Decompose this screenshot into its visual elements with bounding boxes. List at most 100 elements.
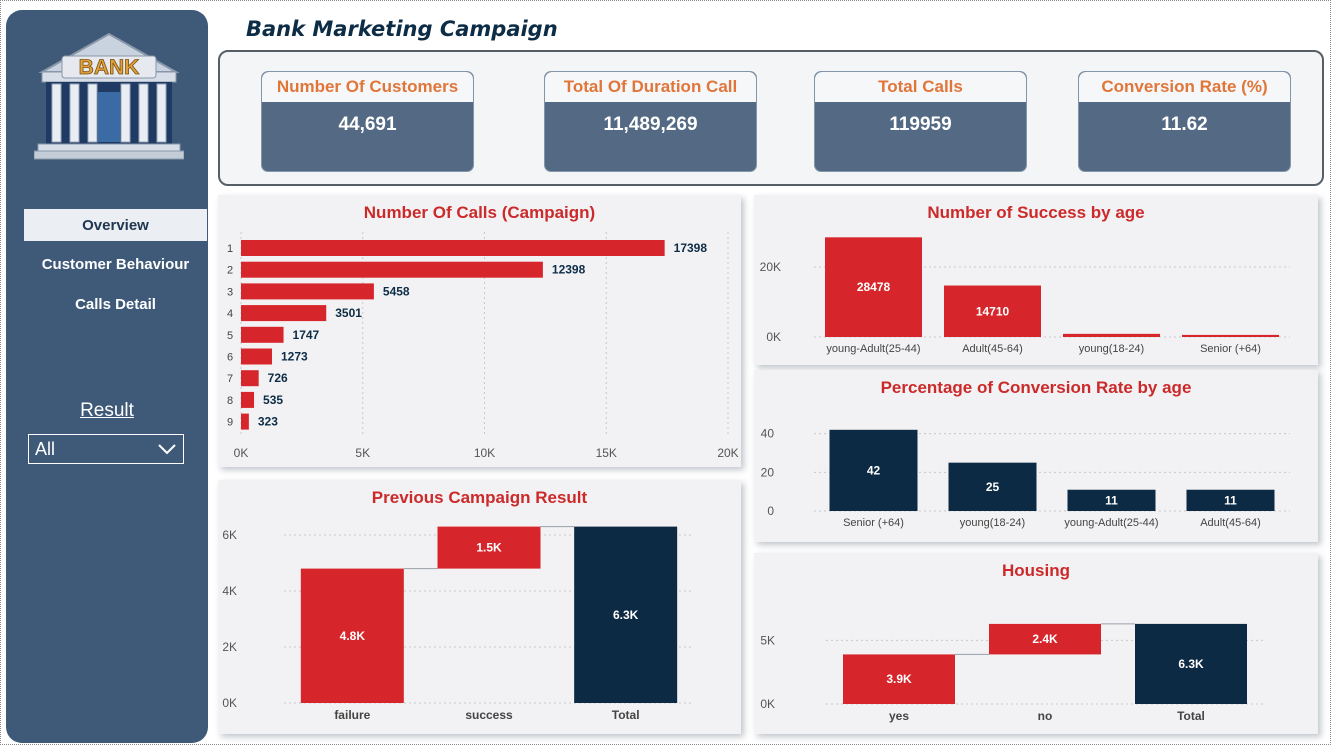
data-label: 5458 [383, 284, 410, 298]
kpi-label: Conversion Rate (%) [1079, 72, 1290, 102]
y-tick-label: 0K [760, 697, 775, 711]
data-label: 2.4K [1032, 632, 1058, 646]
bar [241, 240, 665, 256]
x-tick-label: Senior (+64) [843, 517, 904, 529]
kpi-panel: Number Of Customers 44,691 Total Of Dura… [218, 50, 1324, 186]
kpi-value: 11,489,269 [603, 114, 698, 135]
data-label: 12398 [552, 263, 586, 277]
success-age-panel: Number of Success by age 0K 20K young-Adul… [754, 195, 1318, 365]
bar [1182, 334, 1279, 337]
result-filter-dropdown[interactable]: All [28, 434, 184, 464]
x-tick-label: Total [1177, 709, 1205, 723]
conversion-age-panel: Percentage of Conversion Rate by age 0 20… [754, 370, 1318, 542]
bar [241, 413, 249, 430]
kpi-label: Total Of Duration Call [545, 72, 756, 102]
bank-logo: BANK [34, 32, 184, 160]
y-tick-label: 0 [767, 504, 774, 518]
housing-panel: Housing 0K 5K 3.9K yes 2.4K no 6.3K Total [754, 553, 1318, 734]
y-tick-label: 6 [227, 352, 233, 364]
x-tick-label: 5K [355, 446, 370, 460]
data-label: 3501 [335, 306, 362, 320]
data-label: 11 [1105, 493, 1118, 507]
kpi-label: Total Calls [815, 72, 1026, 102]
data-label: 28478 [857, 280, 891, 294]
y-tick-label: 2K [222, 640, 237, 654]
data-label: 11 [1224, 493, 1237, 507]
nav-calls-detail[interactable]: Calls Detail [24, 288, 207, 320]
data-label: 1.5K [476, 541, 502, 555]
x-tick-label: 20K [717, 446, 738, 460]
kpi-value: 44,691 [338, 114, 397, 135]
y-tick-label: 1 [227, 243, 233, 255]
data-label: 17398 [674, 241, 708, 255]
x-tick-label: failure [334, 708, 370, 722]
x-tick-label: 15K [596, 446, 617, 460]
result-filter-label: Result [80, 400, 134, 421]
bar [241, 370, 259, 387]
y-tick-label: 3 [227, 286, 233, 298]
kpi-card-calls: Total Calls 119959 [814, 71, 1027, 172]
previous-campaign-chart: 0K 2K 4K 6K 4.8K failure 1.5K success 6.3K Total [222, 526, 694, 722]
sidebar: BANK Overview Customer Behaviour Calls D… [6, 10, 208, 743]
x-tick-label: young-Adult(25-44) [826, 343, 920, 355]
bar [241, 348, 272, 365]
bar [1063, 333, 1160, 337]
data-label: 4.8K [340, 629, 366, 643]
kpi-label: Number Of Customers [262, 72, 473, 102]
x-tick-label: young-Adult(25-44) [1064, 517, 1158, 529]
y-tick-label: 0K [766, 330, 781, 344]
data-label: 1273 [281, 350, 308, 364]
kpi-card-duration: Total Of Duration Call 11,489,269 [544, 71, 757, 172]
y-tick-label: 4K [222, 584, 237, 598]
y-tick-label: 0K [222, 696, 237, 710]
x-tick-label: 0K [234, 446, 249, 460]
nav-customer-behaviour[interactable]: Customer Behaviour [24, 248, 207, 280]
y-tick-label: 5K [760, 633, 775, 647]
calls-campaign-panel: Number Of Calls (Campaign) 0K 5K 10K 15K 20K… [218, 195, 741, 467]
calls-campaign-chart: 0K 5K 10K 15K 20K 1 17398 2 12398 3 5458 4 3501 5 1747… [227, 232, 739, 460]
success-age-chart: 0K 20K young-Adult(25-44) 28478 Adult(45-64)… [760, 237, 1290, 355]
data-label: 25 [986, 480, 1000, 494]
y-tick-label: 40 [761, 427, 775, 441]
x-tick-label: Adult(45-64) [962, 343, 1023, 355]
data-label: 1747 [293, 328, 320, 342]
x-tick-label: Senior (+64) [1200, 343, 1261, 355]
y-tick-label: 5 [227, 330, 233, 342]
y-tick-label: 9 [227, 417, 233, 429]
data-label: 323 [258, 415, 278, 429]
kpi-card-customers: Number Of Customers 44,691 [261, 71, 474, 172]
bar [241, 305, 327, 322]
x-tick-label: Adult(45-64) [1200, 517, 1261, 529]
data-label: 3.9K [886, 672, 912, 686]
kpi-card-conversion: Conversion Rate (%) 11.62 [1078, 71, 1291, 172]
page-title: Bank Marketing Campaign [246, 17, 558, 41]
x-tick-label: 10K [474, 446, 495, 460]
y-tick-label: 2 [227, 265, 233, 277]
nav-overview[interactable]: Overview [24, 209, 207, 241]
bar [241, 261, 543, 278]
data-label: 535 [263, 393, 283, 407]
x-tick-label: Total [612, 708, 640, 722]
y-tick-label: 8 [227, 395, 233, 407]
y-tick-label: 6K [222, 528, 237, 542]
bar [241, 283, 374, 300]
data-label: 6.3K [1178, 657, 1204, 671]
previous-campaign-panel: Previous Campaign Result 0K 2K 4K 6K 4.8K fai… [218, 480, 741, 734]
data-label: 42 [867, 463, 881, 477]
housing-chart: 0K 5K 3.9K yes 2.4K no 6.3K Total [760, 623, 1264, 723]
result-filter-value: All [35, 438, 56, 459]
chevron-down-icon [158, 444, 176, 455]
x-tick-label: young(18-24) [960, 517, 1025, 529]
data-label: 726 [268, 371, 288, 385]
kpi-value: 11.62 [1161, 114, 1208, 135]
bar [241, 326, 284, 343]
logo-text: BANK [79, 56, 140, 79]
x-tick-label: young(18-24) [1079, 343, 1144, 355]
x-tick-label: yes [889, 709, 909, 723]
y-tick-label: 4 [227, 308, 233, 320]
x-tick-label: no [1038, 709, 1053, 723]
conversion-age-chart: 0 20 40 Senior (+64) 42 young(18-24) 25 young-A… [761, 427, 1290, 529]
y-tick-label: 20K [760, 260, 781, 274]
y-tick-label: 7 [227, 373, 233, 385]
data-label: 14710 [976, 304, 1010, 318]
